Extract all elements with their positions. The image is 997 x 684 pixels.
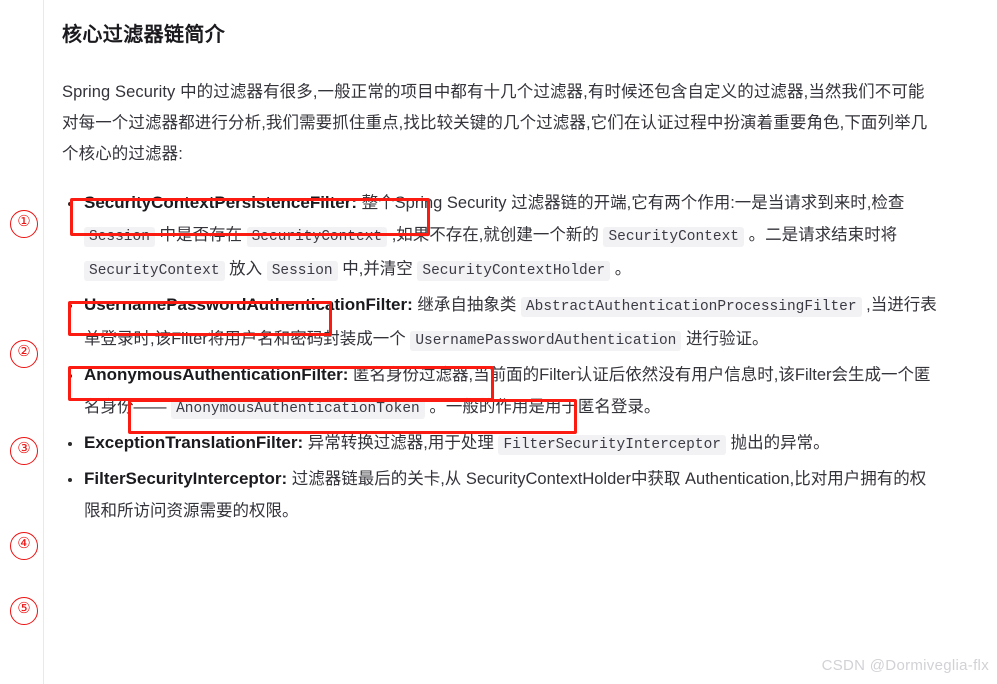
step-marker-3: ③ (10, 437, 38, 465)
article-content: 核心过滤器链简介 Spring Security 中的过滤器有很多,一般正常的项… (62, 0, 942, 529)
filter-desc-part: 。一般的作用是用于匿名登录。 (424, 398, 661, 416)
step-marker-2: ② (10, 340, 38, 368)
code-securitycontext: SecurityContext (84, 261, 225, 281)
list-item-anonymousauthenticationfilter: AnonymousAuthenticationFilter: 匿名身份过滤器,当… (62, 359, 942, 425)
filter-desc-part: ,如果不存在,就创建一个新的 (387, 226, 604, 244)
step-marker-1: ① (10, 210, 38, 238)
code-securitycontextholder: SecurityContextHolder (417, 261, 611, 281)
list-item-securitycontextpersistencefilter: SecurityContextPersistenceFilter: 整个Spri… (62, 187, 942, 287)
step-marker-4: ④ (10, 532, 38, 560)
filter-desc-part: 抛出的异常。 (725, 434, 830, 452)
filter-desc-part: 异常转换过滤器,用于处理 (303, 434, 499, 452)
list-item-usernamepasswordauthenticationfilter: UsernamePasswordAuthenticationFilter: 继承… (62, 289, 942, 357)
filter-name: ExceptionTranslationFilter (84, 433, 298, 452)
code-securitycontext: SecurityContext (603, 227, 744, 247)
filter-desc-part: 。 (610, 260, 632, 278)
list-item-filtersecurityinterceptor: FilterSecurityInterceptor: 过滤器链最后的关卡,从 S… (62, 463, 942, 527)
list-item-exceptiontranslationfilter: ExceptionTranslationFilter: 异常转换过滤器,用于处理… (62, 427, 942, 461)
filter-desc-part: 中,并清空 (337, 260, 418, 278)
code-usernamepasswordauthentication: UsernamePasswordAuthentication (410, 331, 682, 351)
filter-name: FilterSecurityInterceptor (84, 469, 282, 488)
code-abstractauthenticationprocessingfilter: AbstractAuthenticationProcessingFilter (520, 297, 862, 317)
page-title: 核心过滤器链简介 (62, 24, 226, 46)
filter-name: AnonymousAuthenticationFilter (84, 365, 343, 384)
filter-name: UsernamePasswordAuthenticationFilter (84, 295, 408, 314)
left-accent-rule (43, 0, 44, 684)
filter-name: SecurityContextPersistenceFilter (84, 193, 352, 212)
filter-desc-part: 进行验证。 (681, 330, 769, 348)
code-securitycontext: SecurityContext (246, 227, 388, 247)
filter-desc-part: 。二是请求结束时将 (744, 226, 898, 244)
code-filtersecurityinterceptor: FilterSecurityInterceptor (498, 435, 726, 455)
watermark: CSDN @Dormiveglia-flx (821, 657, 989, 674)
filter-desc-part: 中是否存在 (154, 226, 247, 244)
code-anonymousauthenticationtoken: AnonymousAuthenticationToken (171, 399, 425, 419)
filter-desc-part: 整个Spring Security 过滤器链的开端,它有两个作用:一是当请求到来… (357, 194, 905, 212)
article-page: ① ② ③ ④ ⑤ 核心过滤器链简介 Spring Security 中的过滤器… (0, 0, 997, 684)
filter-desc-part: 继承自抽象类 (412, 296, 521, 314)
intro-paragraph: Spring Security 中的过滤器有很多,一般正常的项目中都有十几个过滤… (62, 83, 928, 163)
filter-desc-part: 放入 (224, 260, 267, 278)
code-session: Session (266, 261, 338, 281)
code-session: Session (84, 227, 155, 247)
filter-list: SecurityContextPersistenceFilter: 整个Spri… (62, 187, 942, 527)
step-marker-5: ⑤ (10, 597, 38, 625)
